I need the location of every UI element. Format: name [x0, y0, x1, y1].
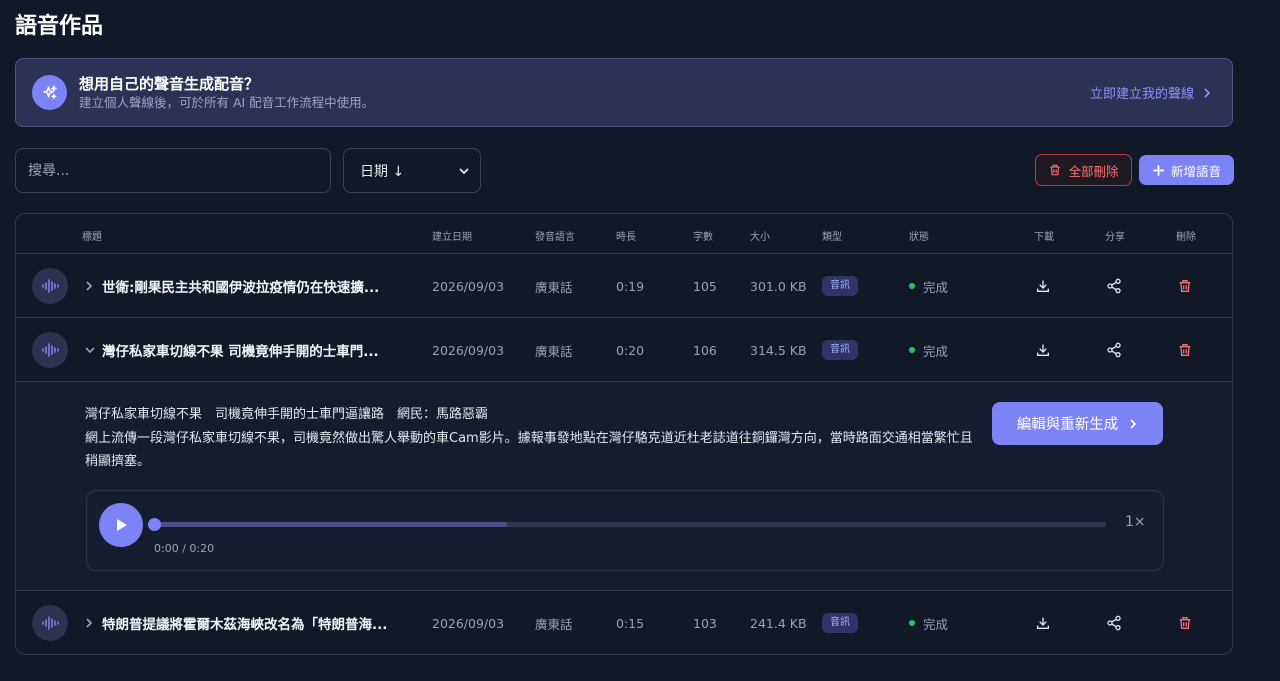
row-title: 灣仔私家車切線不果 司機竟伸手開的士車門... — [102, 344, 379, 360]
row-title: 世衛:剛果民主共和國伊波拉疫情仍在快速擴... — [102, 280, 380, 296]
table-row[interactable]: 世衛:剛果民主共和國伊波拉疫情仍在快速擴... 2026/09/03 廣東話 0… — [16, 254, 1232, 318]
download-icon[interactable] — [1035, 615, 1051, 631]
header-date: 建立日期 — [432, 232, 472, 243]
delete-all-label: 全部刪除 — [1068, 163, 1119, 179]
speed-button[interactable]: 1× — [1125, 514, 1146, 530]
status-badge: 完成 — [923, 616, 949, 632]
download-icon[interactable] — [1035, 342, 1051, 358]
row-duration: 0:15 — [616, 615, 645, 631]
row-chars: 105 — [693, 278, 717, 294]
sparkles-icon — [32, 75, 67, 110]
row-size: 241.4 KB — [750, 615, 807, 631]
search-input[interactable] — [15, 148, 331, 193]
row-duration: 0:19 — [616, 278, 645, 294]
type-badge: 音訊 — [822, 276, 858, 296]
header-type: 類型 — [822, 232, 842, 243]
create-voice-link[interactable]: 立即建立我的聲線 — [1090, 83, 1212, 102]
edit-regenerate-label: 編輯與重新生成 — [1016, 417, 1119, 433]
header-share: 分享 — [1105, 232, 1125, 243]
new-voice-button[interactable]: 新增語音 — [1139, 155, 1234, 185]
status-badge: 完成 — [923, 343, 949, 359]
trash-icon[interactable] — [1177, 278, 1193, 294]
row-chars: 106 — [693, 342, 717, 358]
trash-icon[interactable] — [1177, 615, 1193, 631]
header-duration: 時長 — [616, 232, 636, 243]
detail-description: 網上流傳一段灣仔私家車切線不果，司機竟然做出驚人舉動的車Cam影片。據報事發地點… — [85, 431, 973, 469]
header-download: 下載 — [1034, 232, 1054, 243]
chevron-down-icon[interactable] — [84, 318, 96, 382]
detail-title: 灣仔私家車切線不果 司機竟伸手開的士車門逼讓路 網民：馬路惡霸 — [85, 407, 489, 422]
progress-handle[interactable] — [148, 518, 161, 531]
table-row[interactable]: 特朗普提議將霍爾木茲海峽改名為「特朗普海... 2026/09/03 廣東話 0… — [16, 591, 1232, 654]
chevron-right-icon — [1130, 418, 1137, 429]
row-size: 314.5 KB — [750, 342, 807, 358]
chevron-right-icon — [1204, 87, 1211, 98]
edit-regenerate-button[interactable]: 編輯與重新生成 — [992, 402, 1163, 445]
row-language: 廣東話 — [535, 279, 573, 295]
delete-all-button[interactable]: 全部刪除 — [1035, 154, 1132, 186]
chevron-right-icon[interactable] — [84, 591, 94, 654]
status-dot — [909, 347, 915, 353]
share-icon[interactable] — [1106, 615, 1122, 631]
buffer-fill — [155, 522, 507, 527]
status-badge: 完成 — [923, 279, 949, 295]
chevron-right-icon[interactable] — [84, 254, 94, 318]
plus-icon — [1153, 164, 1164, 176]
header-chars: 字數 — [693, 232, 713, 243]
status-dot — [909, 283, 915, 289]
share-icon[interactable] — [1106, 342, 1122, 358]
trash-icon[interactable] — [1177, 342, 1193, 358]
header-title: 標題 — [82, 232, 102, 243]
create-voice-link-label: 立即建立我的聲線 — [1089, 87, 1194, 102]
banner-title: 想用自己的聲音生成配音？ — [79, 74, 260, 93]
row-title: 特朗普提議將霍爾木茲海峽改名為「特朗普海... — [102, 617, 388, 633]
time-display: 0:00 / 0:20 — [154, 542, 215, 555]
type-badge: 音訊 — [822, 340, 858, 360]
chevron-down-icon — [459, 167, 469, 174]
banner-subtitle: 建立個人聲線後，可於所有 AI 配音工作流程中使用。 — [79, 94, 375, 110]
table-row[interactable]: 灣仔私家車切線不果 司機竟伸手開的士車門... 2026/09/03 廣東話 0… — [16, 318, 1232, 382]
progress-bar[interactable] — [148, 518, 1106, 531]
header-status: 狀態 — [909, 232, 929, 243]
play-button[interactable] — [99, 503, 143, 547]
row-chars: 103 — [693, 615, 717, 631]
waveform-icon[interactable] — [32, 268, 68, 304]
share-icon[interactable] — [1106, 278, 1122, 294]
new-voice-label: 新增語音 — [1170, 163, 1221, 179]
row-size: 301.0 KB — [750, 278, 807, 294]
type-badge: 音訊 — [822, 613, 858, 633]
row-date: 2026/09/03 — [432, 615, 505, 631]
sort-select[interactable]: 日期 ↓ — [343, 148, 481, 193]
row-duration: 0:20 — [616, 342, 645, 358]
header-delete: 刪除 — [1176, 232, 1196, 243]
row-language: 廣東話 — [535, 343, 573, 359]
page-title: 語音作品 — [15, 14, 104, 39]
waveform-icon[interactable] — [32, 605, 68, 641]
play-icon — [117, 519, 127, 531]
audio-player: 0:00 / 0:20 1× — [86, 490, 1164, 571]
table-header: 標題 建立日期 發音語言 時長 字數 大小 類型 狀態 下載 分享 刪除 — [16, 214, 1232, 254]
row-date: 2026/09/03 — [432, 278, 505, 294]
row-date: 2026/09/03 — [432, 342, 505, 358]
voice-clone-banner: 想用自己的聲音生成配音？ 建立個人聲線後，可於所有 AI 配音工作流程中使用。 … — [15, 58, 1233, 127]
waveform-icon[interactable] — [32, 332, 68, 368]
sort-select-value: 日期 ↓ — [360, 163, 405, 180]
row-language: 廣東話 — [535, 616, 573, 632]
status-dot — [909, 620, 915, 626]
header-language: 發音語言 — [535, 232, 575, 243]
header-size: 大小 — [750, 232, 770, 243]
trash-icon — [1050, 164, 1061, 176]
download-icon[interactable] — [1035, 278, 1051, 294]
